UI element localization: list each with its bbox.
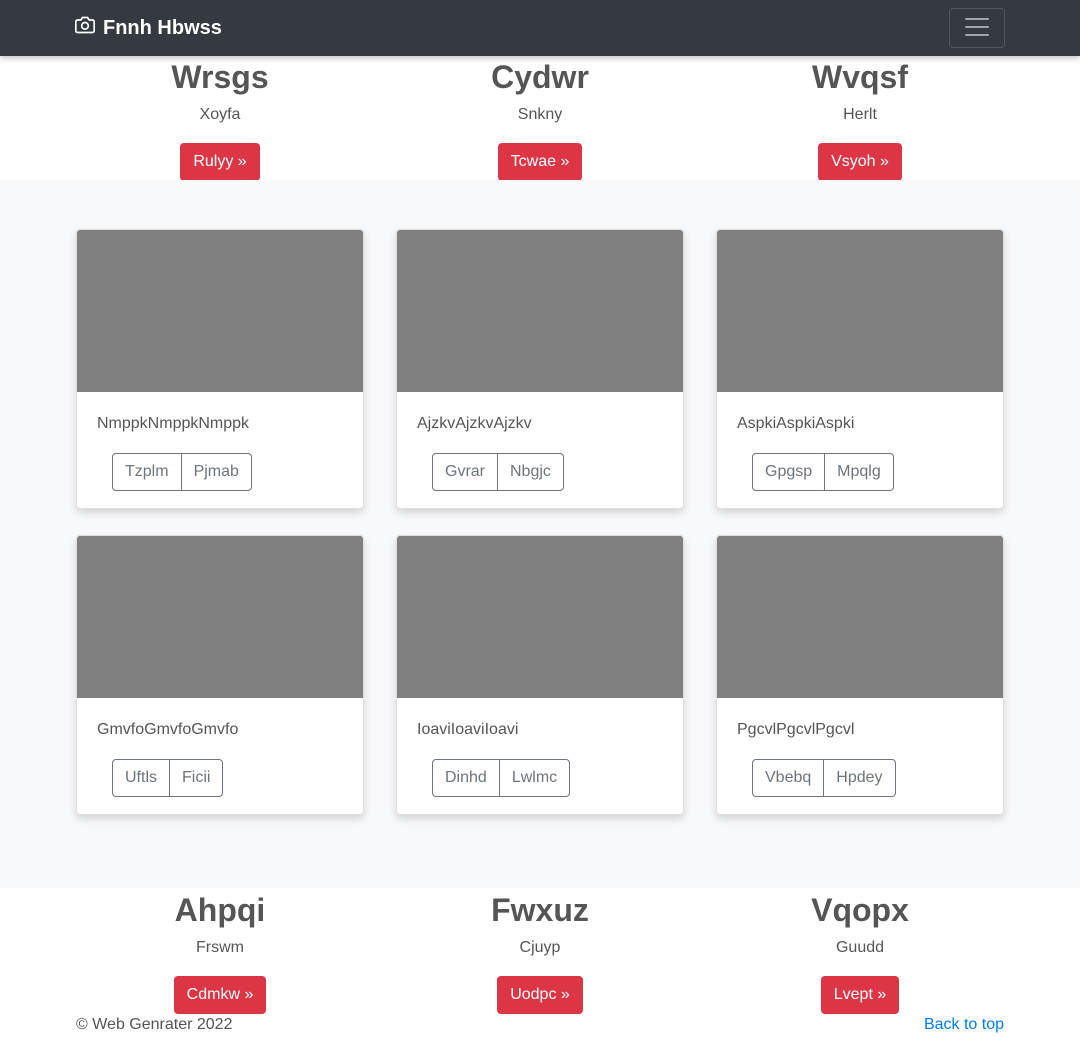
navbar: Fnnh Hbwss [0, 0, 1080, 56]
card-text: AjzkvAjzkvAjzkv [417, 415, 532, 432]
feature-button[interactable]: Rulyy » [180, 143, 260, 181]
feature-button[interactable]: Cdmkw » [173, 976, 267, 1014]
feature-heading: Wrsgs [171, 59, 269, 95]
card-button-primary[interactable]: Tzplm [112, 453, 182, 491]
card-text: AspkiAspkiAspki [737, 415, 855, 432]
card-text: PgcvlPgcvlPgcvl [737, 721, 855, 738]
card-body: PgcvlPgcvlPgcvl Vbebq Hpdey [717, 698, 1003, 797]
card-button-group: Gpgsp Mpqlg [752, 453, 894, 491]
brand-link[interactable]: Fnnh Hbwss [75, 16, 222, 40]
album-card: NmppkNmppkNmppk Tzplm Pjmab [76, 229, 364, 509]
card-text: NmppkNmppkNmppk [97, 415, 250, 432]
card-thumbnail [397, 230, 683, 392]
feature-text: Herlt [843, 106, 877, 123]
feature-text: Frswm [196, 939, 244, 956]
card-button-secondary[interactable]: Lwlmc [498, 759, 571, 797]
card-button-secondary[interactable]: Hpdey [823, 759, 896, 797]
card-button-group: Tzplm Pjmab [112, 453, 252, 491]
card-thumbnail [77, 230, 363, 392]
navbar-toggler-button[interactable] [949, 8, 1005, 48]
feature-heading: Fwxuz [491, 892, 589, 928]
feature-button[interactable]: Uodpc » [497, 976, 583, 1014]
card-button-secondary[interactable]: Ficii [169, 759, 224, 797]
card-button-primary[interactable]: Gvrar [432, 453, 498, 491]
feature-text: Cjuyp [519, 939, 561, 956]
card-body: AjzkvAjzkvAjzkv Gvrar Nbgjc [397, 392, 683, 491]
feature-column: Wvqsf Herlt Vsyoh » [700, 57, 1020, 181]
feature-heading: Vqopx [811, 892, 909, 928]
card-body: NmppkNmppkNmppk Tzplm Pjmab [77, 392, 363, 491]
card-button-group: Dinhd Lwlmc [432, 759, 571, 797]
camera-icon [75, 15, 95, 41]
feature-button[interactable]: Vsyoh » [818, 143, 902, 181]
bottom-features: Ahpqi Frswm Cdmkw » Fwxuz Cjuyp Uodpc » … [60, 890, 1020, 1014]
feature-column: Wrsgs Xoyfa Rulyy » [60, 57, 380, 181]
card-text: IoaviIoaviIoavi [417, 721, 519, 738]
feature-column: Cydwr Snkny Tcwae » [380, 57, 700, 181]
card-body: AspkiAspkiAspki Gpgsp Mpqlg [717, 392, 1003, 491]
card-body: IoaviIoaviIoavi Dinhd Lwlmc [397, 698, 683, 797]
hamburger-menu-icon [962, 12, 992, 45]
card-button-primary[interactable]: Vbebq [752, 759, 825, 797]
feature-column: Fwxuz Cjuyp Uodpc » [380, 890, 700, 1014]
feature-button[interactable]: Lvept » [820, 976, 900, 1014]
card-button-primary[interactable]: Dinhd [432, 759, 500, 797]
card-button-secondary[interactable]: Mpqlg [824, 453, 894, 491]
back-to-top-link[interactable]: Back to top [924, 1016, 1004, 1034]
top-features: Wrsgs Xoyfa Rulyy » Cydwr Snkny Tcwae » … [60, 57, 1020, 181]
card-button-group: Vbebq Hpdey [752, 759, 896, 797]
card-thumbnail [77, 536, 363, 698]
album-card: PgcvlPgcvlPgcvl Vbebq Hpdey [716, 535, 1004, 815]
feature-heading: Wvqsf [812, 59, 908, 95]
feature-column: Vqopx Guudd Lvept » [700, 890, 1020, 1014]
footer-copyright: © Web Genrater 2022 [76, 1016, 233, 1033]
card-button-secondary[interactable]: Nbgjc [497, 453, 564, 491]
feature-text: Xoyfa [199, 106, 241, 123]
album-card: GmvfoGmvfoGmvfo Uftls Ficii [76, 535, 364, 815]
feature-column: Ahpqi Frswm Cdmkw » [60, 890, 380, 1014]
album-card: IoaviIoaviIoavi Dinhd Lwlmc [396, 535, 684, 815]
card-button-primary[interactable]: Uftls [112, 759, 170, 797]
feature-text: Snkny [517, 106, 563, 123]
card-text: GmvfoGmvfoGmvfo [97, 721, 239, 738]
album-card: AjzkvAjzkvAjzkv Gvrar Nbgjc [396, 229, 684, 509]
card-body: GmvfoGmvfoGmvfo Uftls Ficii [77, 698, 363, 797]
card-button-group: Gvrar Nbgjc [432, 453, 564, 491]
card-thumbnail [717, 230, 1003, 392]
feature-heading: Ahpqi [174, 892, 266, 928]
card-button-group: Uftls Ficii [112, 759, 224, 797]
card-thumbnail [397, 536, 683, 698]
feature-button[interactable]: Tcwae » [497, 143, 583, 181]
card-button-primary[interactable]: Gpgsp [752, 453, 826, 491]
album-section: NmppkNmppkNmppk Tzplm Pjmab AjzkvAjzkvAj… [0, 180, 1080, 888]
card-grid: NmppkNmppkNmppk Tzplm Pjmab AjzkvAjzkvAj… [76, 229, 1004, 815]
card-thumbnail [717, 536, 1003, 698]
brand-name: Fnnh Hbwss [103, 16, 222, 39]
feature-heading: Cydwr [491, 59, 589, 95]
album-card: AspkiAspkiAspki Gpgsp Mpqlg [716, 229, 1004, 509]
feature-text: Guudd [835, 939, 885, 956]
card-button-secondary[interactable]: Pjmab [180, 453, 252, 491]
